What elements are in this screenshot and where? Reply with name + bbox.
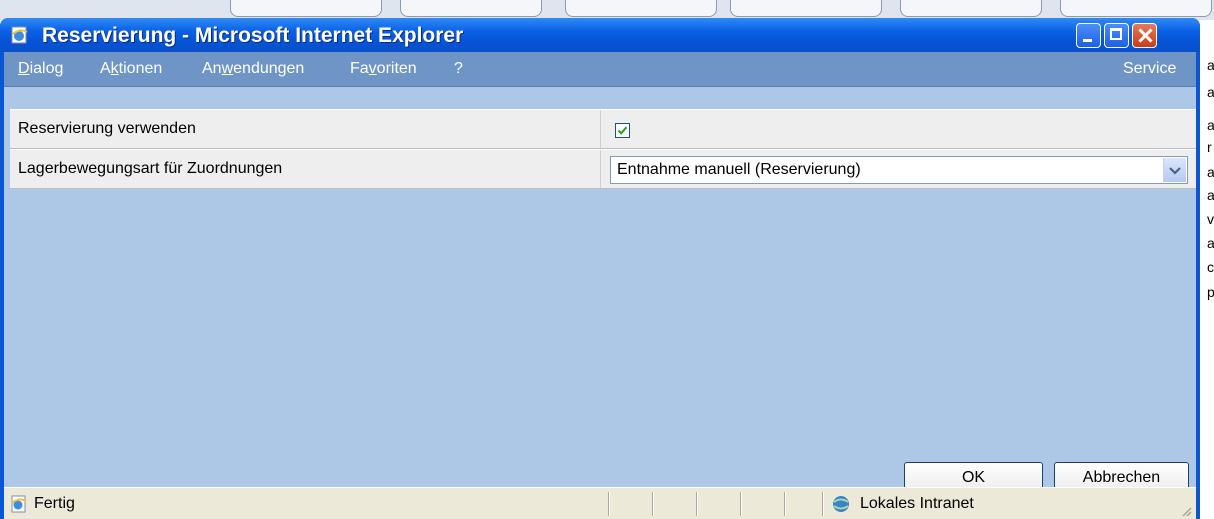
background-text: a [1207,187,1214,203]
background-text: v [1207,211,1214,227]
status-divider [652,492,653,516]
menu-service[interactable]: Service [1123,60,1176,78]
dialog-content: Reservierung verwenden Lagerbewegungsart… [4,87,1196,493]
minimize-button[interactable] [1076,23,1101,48]
movement-type-label: Lagerbewegungsart für Zuordnungen [18,160,283,177]
checkmark-icon [617,126,628,135]
maximize-button[interactable] [1104,23,1129,48]
menu-help[interactable]: ? [454,60,463,78]
status-divider [696,492,697,516]
resize-grip-icon[interactable] [1180,505,1192,517]
ie-page-icon [11,26,28,44]
movement-type-value: Entnahme manuell (Reservierung) [617,161,861,178]
background-tab [400,0,542,17]
background-tab [730,0,882,17]
background-text: p [1207,284,1214,300]
reservation-label: Reservierung verwenden [18,120,196,137]
background-text: r [1207,139,1212,155]
status-divider [784,492,785,516]
background-tab [565,0,717,17]
status-divider [608,492,609,516]
column-divider [600,150,601,188]
status-text: Fertig [34,495,75,512]
form-row-movement-type: Lagerbewegungsart für Zuordnungen Entnah… [10,149,1196,189]
movement-type-select[interactable]: Entnahme manuell (Reservierung) [610,156,1188,184]
background-tab [230,0,382,17]
menu-favoriten[interactable]: Favoriten [350,60,417,78]
security-zone-label: Lokales Intranet [860,495,974,512]
intranet-zone-icon [833,496,849,512]
title-bar[interactable]: Reservierung - Microsoft Internet Explor… [0,18,1200,52]
status-divider [740,492,741,516]
reservation-checkbox[interactable] [615,123,630,138]
status-divider [822,492,823,516]
menu-aktionen[interactable]: Aktionen [100,60,162,78]
background-page [1200,40,1214,519]
menu-bar: Dialog Aktionen Anwendungen Favoriten ? … [4,52,1196,87]
background-tab-strip [0,0,1214,20]
window-title: Reservierung - Microsoft Internet Explor… [42,24,464,47]
background-text: a [1207,57,1214,73]
menu-dialog[interactable]: Dialog [18,60,63,78]
status-bar: Fertig Lokales Intranet [4,487,1196,519]
background-text: a [1207,117,1214,133]
ie-window: Reservierung - Microsoft Internet Explor… [0,18,1200,519]
background-text: a [1207,84,1214,100]
column-divider [600,110,601,148]
ie-page-icon [11,495,27,513]
menu-anwendungen[interactable]: Anwendungen [202,60,304,78]
background-text: a [1207,235,1214,251]
chevron-down-icon[interactable] [1163,158,1186,182]
close-button[interactable] [1132,23,1157,48]
background-tab [900,0,1042,17]
background-text: c [1207,259,1214,275]
background-tab [1060,0,1212,17]
background-text: a [1207,164,1214,180]
form-row-reservation: Reservierung verwenden [10,109,1196,149]
